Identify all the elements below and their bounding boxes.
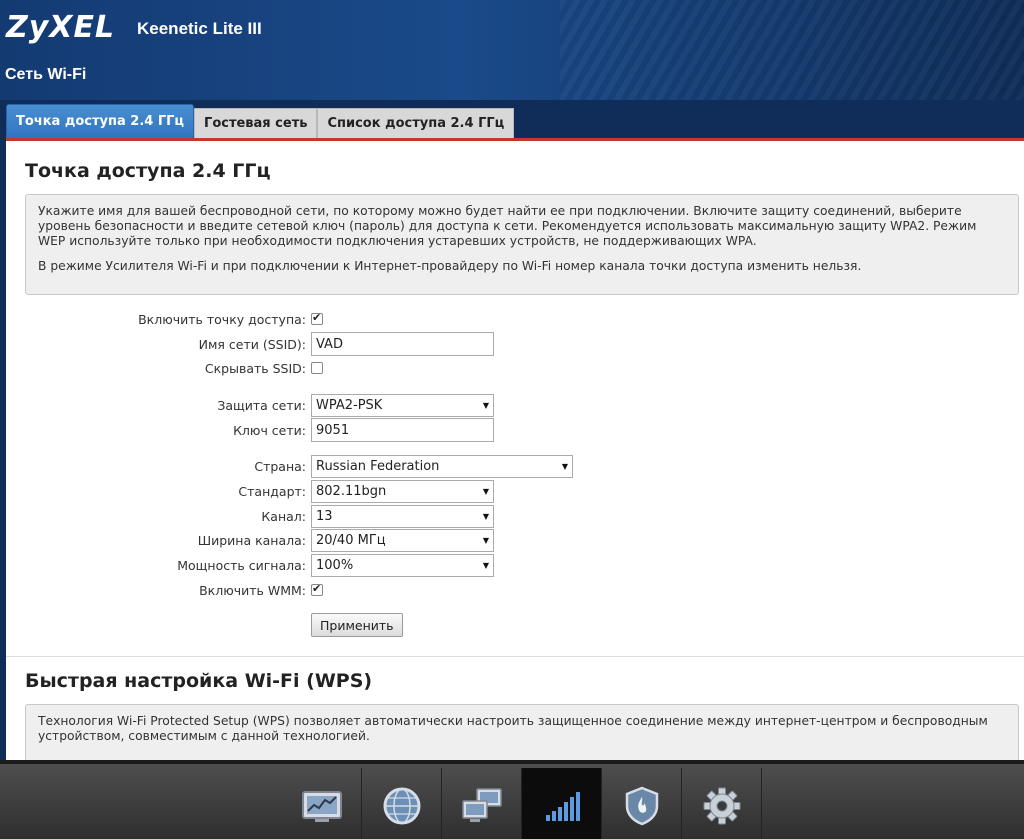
wmm-checkbox[interactable] [311,582,323,596]
row-standard: Стандарт: 802.11bgn ▼ [6,479,706,503]
label-standard: Стандарт: [238,483,306,499]
section-divider [6,656,1024,657]
bottom-nav-bar [0,760,1024,839]
label-ssid: Имя сети (SSID): [198,336,306,352]
main-panel: Точка доступа 2.4 ГГц Укажите имя для ва… [6,141,1024,760]
chevron-down-icon: ▼ [482,486,489,496]
page-title: Сеть Wi-Fi [5,66,87,83]
row-width: Ширина канала: 20/40 МГц ▼ [6,528,706,552]
country-value: Russian Federation [316,458,440,474]
nav-security[interactable] [602,768,682,839]
monitor-chart-icon [301,790,342,822]
network-computers-icon [461,787,502,822]
label-wmm: Включить WMM: [199,582,306,598]
country-select[interactable]: Russian Federation ▼ [311,454,573,478]
label-key: Ключ сети: [233,422,306,438]
globe-icon [383,787,420,824]
chevron-down-icon: ▼ [482,400,489,410]
row-channel: Канал: 13 ▼ [6,504,706,528]
channel-width-select[interactable]: 20/40 МГц ▼ [311,528,494,552]
label-security: Защита сети: [217,397,306,413]
info-text-1: Укажите имя для вашей беспроводной сети,… [38,204,977,248]
chevron-down-icon: ▼ [482,535,489,545]
label-enable-ap: Включить точку доступа: [138,311,306,327]
tab-guest-network[interactable]: Гостевая сеть [194,108,318,138]
gear-icon [703,787,740,824]
model-name: Keenetic Lite III [137,19,262,38]
brand-logo: ZyXEL [6,10,116,45]
security-value: WPA2-PSK [316,397,383,413]
nav-system[interactable] [682,768,762,839]
shield-icon [625,786,658,825]
chevron-down-icon: ▼ [561,461,568,471]
chevron-down-icon: ▼ [482,511,489,521]
hide-ssid-checkbox[interactable] [311,362,323,374]
tab-bar: Точка доступа 2.4 ГГц Гостевая сеть Спис… [6,104,515,138]
row-enable-ap: Включить точку доступа: [6,307,706,331]
header: ZyXEL Keenetic Lite III Сеть Wi-Fi [0,0,1024,100]
power-value: 100% [316,557,354,573]
tab-access-list-24[interactable]: Список доступа 2.4 ГГц [317,108,515,138]
enable-ap-checkbox[interactable] [311,311,323,325]
wifi-signal-icon [545,791,580,821]
nav-internet[interactable] [362,768,442,839]
apply-button[interactable]: Применить [311,613,403,637]
info-text-2: В режиме Усилителя Wi-Fi и при подключен… [38,259,862,273]
channel-select[interactable]: 13 ▼ [311,504,494,528]
info-box-access-point: Укажите имя для вашей беспроводной сети,… [25,194,1019,295]
row-country: Страна: Russian Federation ▼ [6,454,706,478]
label-country: Страна: [254,458,306,474]
label-power: Мощность сигнала: [177,557,306,573]
row-key: Ключ сети: 9051 [6,418,706,442]
ssid-input[interactable]: VAD [311,332,494,356]
label-channel: Канал: [261,508,306,524]
wps-info-text: Технология Wi-Fi Protected Setup (WPS) п… [38,714,988,743]
signal-power-select[interactable]: 100% ▼ [311,553,494,577]
standard-value: 802.11bgn [316,483,387,499]
chevron-down-icon: ▼ [482,560,489,570]
row-power: Мощность сигнала: 100% ▼ [6,553,706,577]
width-value: 20/40 МГц [316,532,386,548]
nav-home-network[interactable] [442,768,522,839]
row-hide-ssid: Скрывать SSID: [6,356,706,380]
standard-select[interactable]: 802.11bgn ▼ [311,479,494,503]
info-box-wps: Технология Wi-Fi Protected Setup (WPS) п… [25,704,1019,760]
security-select[interactable]: WPA2-PSK ▼ [311,393,494,417]
network-key-input[interactable]: 9051 [311,418,494,442]
label-hide-ssid: Скрывать SSID: [204,360,306,376]
row-apply: Применить [6,613,706,637]
tab-access-point-24[interactable]: Точка доступа 2.4 ГГц [6,104,195,138]
label-width: Ширина канала: [197,532,306,548]
nav-monitor[interactable] [282,768,362,839]
section-title-wps: Быстрая настройка Wi-Fi (WPS) [25,670,373,692]
row-security: Защита сети: WPA2-PSK ▼ [6,393,706,417]
section-title-access-point: Точка доступа 2.4 ГГц [25,160,271,182]
nav-wifi[interactable] [522,768,602,839]
channel-value: 13 [316,508,333,524]
row-wmm: Включить WMM: [6,578,706,602]
row-ssid: Имя сети (SSID): VAD [6,332,706,356]
